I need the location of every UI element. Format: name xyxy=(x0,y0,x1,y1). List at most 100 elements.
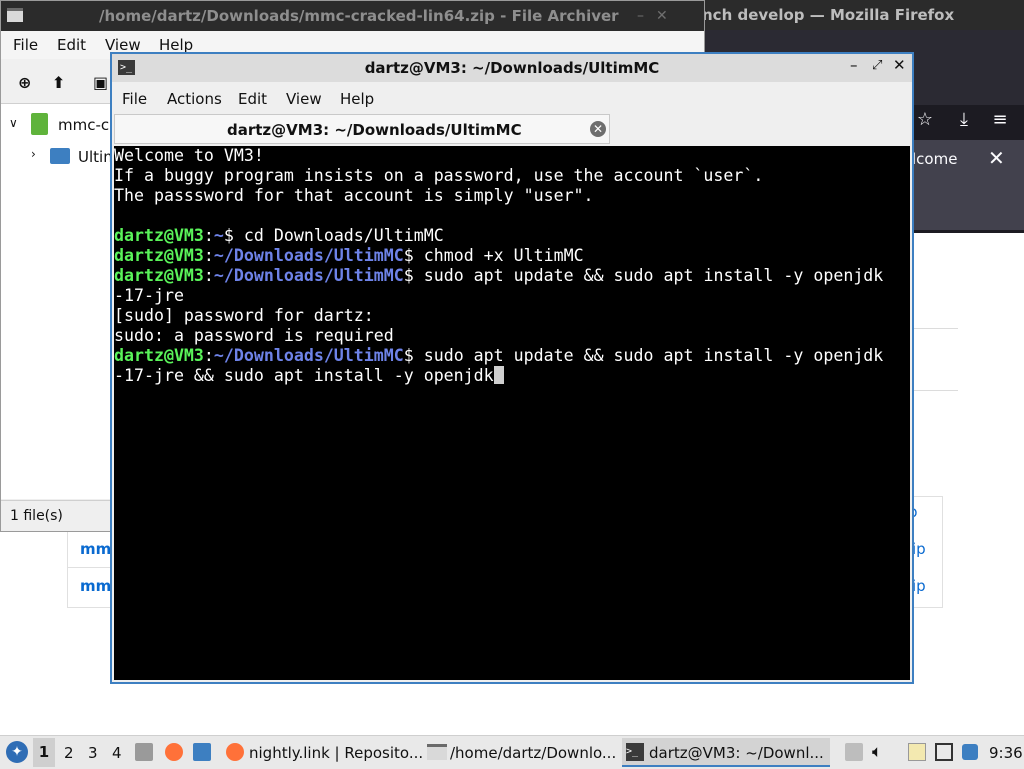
terminal-line: dartz@VM3:~/Downloads/UltimMC$ sudo apt … xyxy=(114,346,883,366)
output-text: sudo: a password is required xyxy=(114,326,394,345)
terminal-screen[interactable]: Welcome to VM3! If a buggy program insist… xyxy=(114,146,910,680)
output-text: The passsword for that account is simply… xyxy=(114,186,594,205)
workspace-1[interactable]: 1 xyxy=(33,738,55,767)
text-cursor xyxy=(493,366,504,384)
file-link[interactable]: mm xyxy=(80,540,111,558)
workspace-2[interactable]: 2 xyxy=(64,744,74,762)
task-archiver[interactable]: /home/dartz/Downlo... xyxy=(423,738,618,767)
prompt-path: ~ xyxy=(213,226,224,245)
workspace-3[interactable]: 3 xyxy=(88,744,98,762)
terminal-window: >_ dartz@VM3: ~/Downloads/UltimMC – ⤢ ✕ … xyxy=(110,52,914,684)
menu-file[interactable]: File xyxy=(13,36,38,54)
output-text: -17-jre xyxy=(114,286,184,305)
start-menu-icon[interactable]: ✦ xyxy=(6,741,28,763)
terminal-line: sudo: a password is required xyxy=(114,326,883,346)
window-icon xyxy=(7,8,23,22)
prompt-separator: : xyxy=(203,246,214,265)
maximize-icon[interactable]: ⤢ xyxy=(872,58,882,73)
terminal-menubar xyxy=(112,82,912,112)
chevron-down-icon[interactable]: ∨ xyxy=(9,116,18,130)
file-link[interactable]: mm xyxy=(80,577,111,595)
zip-file-icon xyxy=(31,113,48,135)
prompt-path: ~/Downloads/UltimMC xyxy=(213,346,404,365)
hamburger-menu-icon[interactable]: ≡ xyxy=(985,105,1015,135)
archive-icon[interactable]: ▣ xyxy=(93,73,108,92)
clipboard-icon[interactable] xyxy=(908,743,926,761)
output-text: [sudo] password for dartz: xyxy=(114,306,374,325)
task-label: nightly.link | Reposito... xyxy=(249,744,424,762)
updates-icon[interactable] xyxy=(845,743,863,761)
terminal-tab[interactable]: dartz@VM3: ~/Downloads/UltimMC ✕ xyxy=(114,114,610,144)
terminal-line: The passsword for that account is simply… xyxy=(114,186,883,206)
firefox-icon xyxy=(226,743,244,761)
network-icon[interactable] xyxy=(935,743,953,761)
prompt-separator: : xyxy=(203,346,214,365)
terminal-line: dartz@VM3:~$ cd Downloads/UltimMC xyxy=(114,226,883,246)
command-text: $ sudo apt update && sudo apt install -y… xyxy=(403,346,884,365)
menu-edit[interactable]: Edit xyxy=(238,90,267,108)
terminal-line: -17-jre xyxy=(114,286,883,306)
window-controls[interactable]: –✕ xyxy=(637,1,680,31)
notification-text: lcome xyxy=(912,150,958,168)
archiver-title: /home/dartz/Downloads/mmc-cracked-lin64.… xyxy=(99,7,619,25)
task-label: /home/dartz/Downlo... xyxy=(450,744,617,762)
task-firefox[interactable]: nightly.link | Reposito... xyxy=(222,738,423,767)
close-tab-icon[interactable]: ✕ xyxy=(590,121,606,137)
close-icon[interactable]: ✕ xyxy=(893,56,906,74)
chevron-right-icon[interactable]: › xyxy=(31,147,36,161)
output-text: If a buggy program insists on a password… xyxy=(114,166,764,185)
folder-icon xyxy=(50,148,70,164)
window-icon xyxy=(427,744,447,760)
taskbar: ✦ 1 2 3 4 nightly.link | Reposito... /ho… xyxy=(0,735,1024,769)
terminal-icon: >_ xyxy=(626,743,644,761)
clock[interactable]: 9:36 xyxy=(989,744,1023,762)
new-archive-icon[interactable]: ⊕ xyxy=(18,73,31,92)
menu-edit[interactable]: Edit xyxy=(57,36,86,54)
command-text: $ cd Downloads/UltimMC xyxy=(223,226,444,245)
firefox-icon[interactable] xyxy=(165,743,183,761)
notification-icon[interactable] xyxy=(962,744,978,760)
menu-view[interactable]: View xyxy=(286,90,322,108)
prompt-user: dartz@VM3 xyxy=(114,226,204,245)
command-text: $ sudo apt update && sudo apt install -y… xyxy=(403,266,884,285)
firefox-notification: lcome ✕ xyxy=(910,140,1024,230)
prompt-user: dartz@VM3 xyxy=(114,346,204,365)
archiver-titlebar[interactable]: /home/dartz/Downloads/mmc-cracked-lin64.… xyxy=(1,1,704,31)
volume-icon[interactable]: 🔈︎ xyxy=(872,742,882,762)
prompt-user: dartz@VM3 xyxy=(114,266,204,285)
terminal-line: If a buggy program insists on a password… xyxy=(114,166,883,186)
menu-file[interactable]: File xyxy=(122,90,147,108)
divider xyxy=(910,390,958,391)
bookmark-star-icon[interactable]: ☆ xyxy=(910,105,940,135)
terminal-output: Welcome to VM3! If a buggy program insist… xyxy=(114,146,883,386)
terminal-titlebar[interactable]: >_ dartz@VM3: ~/Downloads/UltimMC – ⤢ ✕ xyxy=(112,54,912,82)
archiver-tree: ∨ mmc-cra › Ultim xyxy=(1,104,125,499)
prompt-user: dartz@VM3 xyxy=(114,246,204,265)
status-text: 1 file(s) xyxy=(10,508,63,524)
task-terminal[interactable]: >_ dartz@VM3: ~/Downl... xyxy=(622,738,830,767)
desktop-icon[interactable] xyxy=(193,743,211,761)
prompt-path: ~/Downloads/UltimMC xyxy=(213,266,404,285)
close-icon[interactable]: ✕ xyxy=(988,146,1005,170)
file-manager-icon[interactable] xyxy=(135,743,153,761)
terminal-line: dartz@VM3:~/Downloads/UltimMC$ sudo apt … xyxy=(114,266,883,286)
task-label: dartz@VM3: ~/Downl... xyxy=(649,744,824,762)
terminal-line: dartz@VM3:~/Downloads/UltimMC$ chmod +x … xyxy=(114,246,883,266)
workspace-4[interactable]: 4 xyxy=(112,744,122,762)
tab-label: dartz@VM3: ~/Downloads/UltimMC xyxy=(227,121,522,139)
terminal-title: dartz@VM3: ~/Downloads/UltimMC xyxy=(364,59,660,77)
prompt-path: ~/Downloads/UltimMC xyxy=(213,246,404,265)
minimize-icon[interactable]: – xyxy=(850,56,858,74)
terminal-line: -17-jre && sudo apt install -y openjdk xyxy=(114,366,883,386)
terminal-line: Welcome to VM3! xyxy=(114,146,883,166)
prompt-separator: : xyxy=(203,226,214,245)
output-text: -17-jre && sudo apt install -y openjdk xyxy=(114,366,494,385)
output-text: Welcome to VM3! xyxy=(114,146,264,165)
menu-actions[interactable]: Actions xyxy=(167,90,222,108)
terminal-line: [sudo] password for dartz: xyxy=(114,306,883,326)
menu-help[interactable]: Help xyxy=(340,90,374,108)
extract-icon[interactable]: ⬆ xyxy=(52,73,65,92)
downloads-icon[interactable]: ⤓ xyxy=(949,105,979,135)
command-text: $ chmod +x UltimMC xyxy=(403,246,584,265)
